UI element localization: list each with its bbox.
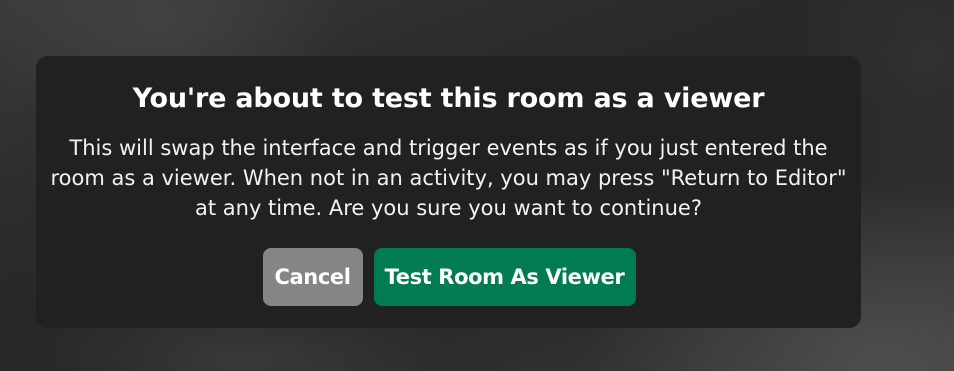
dialog-actions: Cancel Test Room As Viewer [36, 248, 861, 306]
test-room-as-viewer-button[interactable]: Test Room As Viewer [373, 248, 636, 306]
test-room-dialog: You're about to test this room as a view… [36, 56, 861, 328]
cancel-button[interactable]: Cancel [262, 248, 363, 306]
dialog-title: You're about to test this room as a view… [132, 83, 765, 114]
dialog-message: This will swap the interface and trigger… [50, 136, 847, 220]
